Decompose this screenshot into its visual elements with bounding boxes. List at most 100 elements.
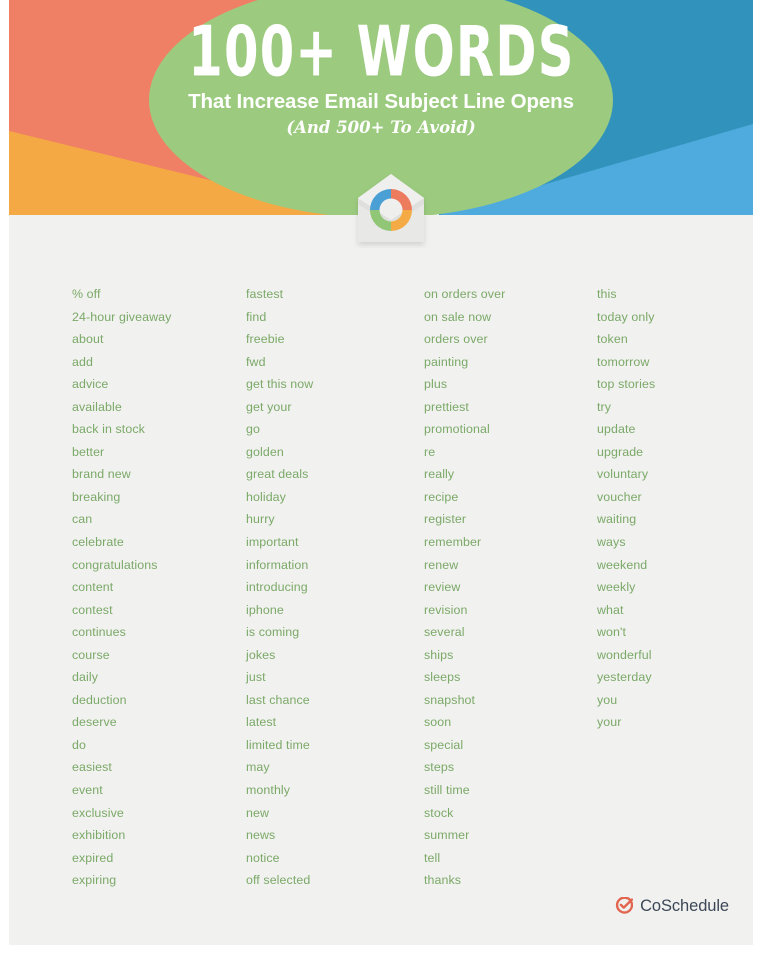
word-item: get your: [246, 399, 292, 414]
word-item: won't: [597, 625, 627, 640]
word-list: % off 24-hour giveaway about add advice avail…: [9, 283, 753, 893]
word-item: stock: [424, 805, 454, 820]
word-item: limited time: [246, 737, 310, 752]
word-item: tomorrow: [597, 354, 650, 369]
word-item: register: [424, 512, 467, 527]
word-item: ways: [597, 535, 626, 550]
word-item: still time: [424, 783, 470, 798]
word-item: voucher: [597, 489, 642, 504]
word-item: get this now: [246, 377, 314, 392]
word-item: tell: [424, 850, 441, 865]
word-item: content: [72, 580, 114, 595]
word-item: do: [72, 737, 86, 752]
infographic-sheet: 100+ WORDS That Increase Email Subject L…: [9, 0, 753, 945]
word-item: exhibition: [72, 828, 126, 843]
word-item: deserve: [72, 715, 117, 730]
word-item: prettiest: [424, 399, 469, 414]
word-item: easiest: [72, 760, 112, 775]
word-item: brand new: [72, 467, 131, 482]
word-item: orders over: [424, 332, 488, 347]
word-item: is coming: [246, 625, 300, 640]
word-item: golden: [246, 444, 284, 459]
word-item: event: [72, 783, 103, 798]
word-item: fwd: [246, 354, 266, 369]
word-item: your: [597, 715, 622, 730]
word-item: revision: [424, 602, 468, 617]
word-item: thanks: [424, 873, 462, 888]
word-item: yesterday: [597, 670, 652, 685]
word-item: great deals: [246, 467, 309, 482]
word-item: expired: [72, 850, 114, 865]
word-item: voluntary: [597, 467, 649, 482]
word-item: back in stock: [72, 422, 145, 437]
word-item: promotional: [424, 422, 490, 437]
word-item: celebrate: [72, 535, 124, 550]
word-item: re: [424, 444, 436, 459]
word-item: fastest: [246, 287, 284, 301]
word-item: wonderful: [597, 647, 652, 662]
word-item: last chance: [246, 692, 310, 707]
word-item: congratulations: [72, 557, 158, 572]
word-item: holiday: [246, 489, 286, 504]
word-item: hurry: [246, 512, 275, 527]
word-item: contest: [72, 602, 113, 617]
word-item: special: [424, 737, 464, 752]
word-item: update: [597, 422, 636, 437]
word-item: course: [72, 647, 110, 662]
word-item: 24-hour giveaway: [72, 309, 172, 324]
word-item: review: [424, 580, 461, 595]
word-item: monthly: [246, 783, 291, 798]
word-column-4: this today only token tomorrow top stories tr…: [597, 283, 655, 734]
word-item: freebie: [246, 332, 285, 347]
envelope-svg: [358, 174, 424, 242]
word-item: on orders over: [424, 287, 506, 301]
word-item: remember: [424, 535, 482, 550]
envelope-donut-icon: [348, 172, 434, 248]
word-column-1: % off 24-hour giveaway about add advice avail…: [72, 283, 171, 892]
word-column-3: on orders over on sale now orders over pain…: [424, 283, 505, 892]
word-item: ships: [424, 647, 454, 662]
word-item: several: [424, 625, 465, 640]
word-item: what: [597, 602, 624, 617]
word-item: upgrade: [597, 444, 644, 459]
word-item: information: [246, 557, 309, 572]
word-item: on sale now: [424, 309, 492, 324]
word-item: continues: [72, 625, 126, 640]
infographic-page: 100+ WORDS That Increase Email Subject L…: [0, 0, 762, 956]
word-item: go: [246, 422, 260, 437]
word-item: add: [72, 354, 93, 369]
word-item: summer: [424, 828, 470, 843]
word-item: top stories: [597, 377, 656, 392]
word-item: sleeps: [424, 670, 461, 685]
word-item: important: [246, 535, 299, 550]
word-item: today only: [597, 309, 655, 324]
word-item: recipe: [424, 489, 459, 504]
word-item: weekend: [597, 557, 648, 572]
word-item: steps: [424, 760, 455, 775]
word-item: better: [72, 444, 105, 459]
word-item: just: [246, 670, 266, 685]
footer-brand-name: CoSchedule: [640, 897, 729, 915]
word-item: waiting: [597, 512, 637, 527]
footer-brand: CoSchedule: [614, 897, 729, 916]
word-item: latest: [246, 715, 277, 730]
word-item: plus: [424, 377, 448, 392]
word-item: find: [246, 309, 267, 324]
word-item: advice: [72, 377, 109, 392]
word-item: may: [246, 760, 270, 775]
word-item: really: [424, 467, 455, 482]
word-item: snapshot: [424, 692, 476, 707]
word-item: soon: [424, 715, 452, 730]
word-item: % off: [72, 287, 101, 301]
word-item: can: [72, 512, 93, 527]
word-item: painting: [424, 354, 469, 369]
word-item: daily: [72, 670, 98, 685]
word-item: this: [597, 287, 617, 301]
word-item: deduction: [72, 692, 127, 707]
word-item: news: [246, 828, 276, 843]
word-item: off selected: [246, 873, 311, 888]
word-item: available: [72, 399, 122, 414]
word-item: exclusive: [72, 805, 124, 820]
word-column-2: fastest find freebie fwd get this now get you…: [246, 283, 313, 892]
word-item: try: [597, 399, 612, 414]
